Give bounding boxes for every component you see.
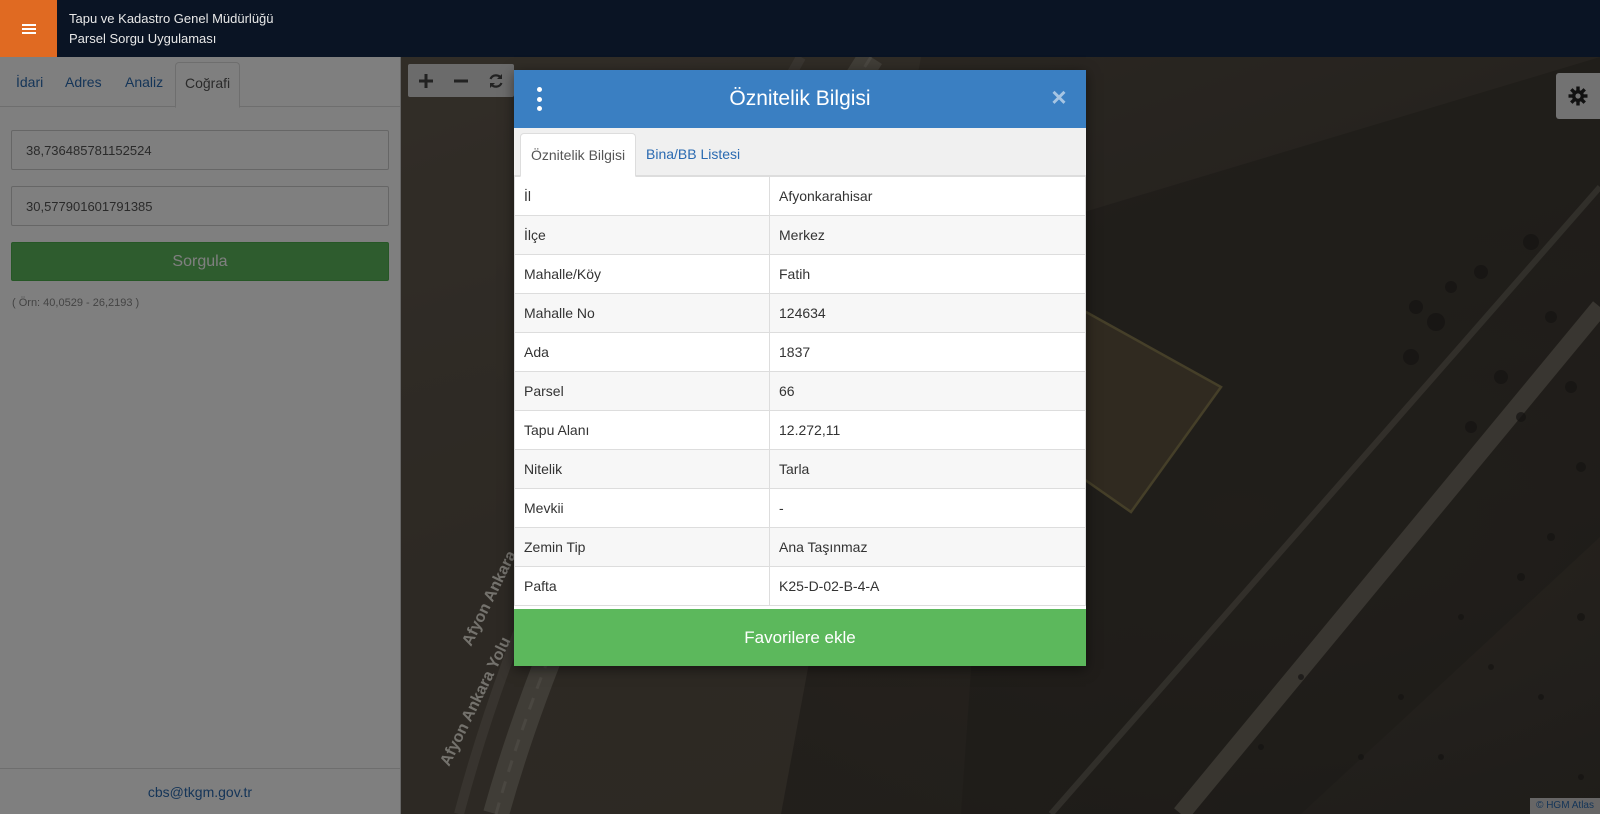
table-row: İl Afyonkarahisar xyxy=(514,176,1086,216)
table-row: Mevkii - xyxy=(514,488,1086,528)
table-row: Tapu Alanı 12.272,11 xyxy=(514,410,1086,450)
table-row: Zemin Tip Ana Taşınmaz xyxy=(514,527,1086,567)
table-row: Nitelik Tarla xyxy=(514,449,1086,489)
app-title-line1: Tapu ve Kadastro Genel Müdürlüğü xyxy=(69,11,274,26)
attribute-value: K25-D-02-B-4-A xyxy=(769,566,1086,606)
hamburger-menu-icon xyxy=(21,23,36,34)
table-row: Mahalle No 124634 xyxy=(514,293,1086,333)
attribute-value: 1837 xyxy=(769,332,1086,372)
attribute-value: Fatih xyxy=(769,254,1086,294)
table-row: İlçe Merkez xyxy=(514,215,1086,255)
attribute-value: Merkez xyxy=(769,215,1086,255)
attribute-key: Tapu Alanı xyxy=(514,410,770,450)
attribute-value: 12.272,11 xyxy=(769,410,1086,450)
table-row: Ada 1837 xyxy=(514,332,1086,372)
hamburger-menu-button[interactable] xyxy=(0,0,57,57)
attribute-key: İlçe xyxy=(514,215,770,255)
tab-building-list[interactable]: Bina/BB Listesi xyxy=(636,133,750,176)
kebab-menu-icon[interactable] xyxy=(534,87,544,111)
table-row: Pafta K25-D-02-B-4-A xyxy=(514,566,1086,606)
table-row: Parsel 66 xyxy=(514,371,1086,411)
attribute-value: Ana Taşınmaz xyxy=(769,527,1086,567)
attribute-key: Zemin Tip xyxy=(514,527,770,567)
add-to-favorites-button[interactable]: Favorilere ekle xyxy=(514,609,1086,666)
tab-attribute-info[interactable]: Öznitelik Bilgisi xyxy=(520,133,637,177)
close-icon[interactable]: × xyxy=(1046,84,1072,110)
attribute-key: İl xyxy=(514,176,770,216)
attribute-key: Mevkii xyxy=(514,488,770,528)
app-header: Tapu ve Kadastro Genel Müdürlüğü Parsel … xyxy=(0,0,1600,57)
attribute-table: İl Afyonkarahisar İlçe Merkez Mahalle/Köy F… xyxy=(514,176,1086,606)
attribute-value: Afyonkarahisar xyxy=(769,176,1086,216)
modal-header: Öznitelik Bilgisi × xyxy=(514,70,1086,128)
modal-tabs: Öznitelik Bilgisi Bina/BB Listesi xyxy=(514,128,1086,177)
attribute-value: Tarla xyxy=(769,449,1086,489)
attribute-info-modal: Öznitelik Bilgisi × Öznitelik Bilgisi Bi… xyxy=(514,70,1086,666)
app-title-line2: Parsel Sorgu Uygulaması xyxy=(69,31,217,46)
table-row: Mahalle/Köy Fatih xyxy=(514,254,1086,294)
attribute-value: 124634 xyxy=(769,293,1086,333)
attribute-key: Parsel xyxy=(514,371,770,411)
attribute-key: Mahalle No xyxy=(514,293,770,333)
attribute-value: 66 xyxy=(769,371,1086,411)
attribute-key: Nitelik xyxy=(514,449,770,489)
attribute-key: Pafta xyxy=(514,566,770,606)
modal-title: Öznitelik Bilgisi xyxy=(729,87,871,110)
attribute-value: - xyxy=(769,488,1086,528)
attribute-key: Ada xyxy=(514,332,770,372)
attribute-key: Mahalle/Köy xyxy=(514,254,770,294)
app-title: Tapu ve Kadastro Genel Müdürlüğü Parsel … xyxy=(69,9,274,49)
